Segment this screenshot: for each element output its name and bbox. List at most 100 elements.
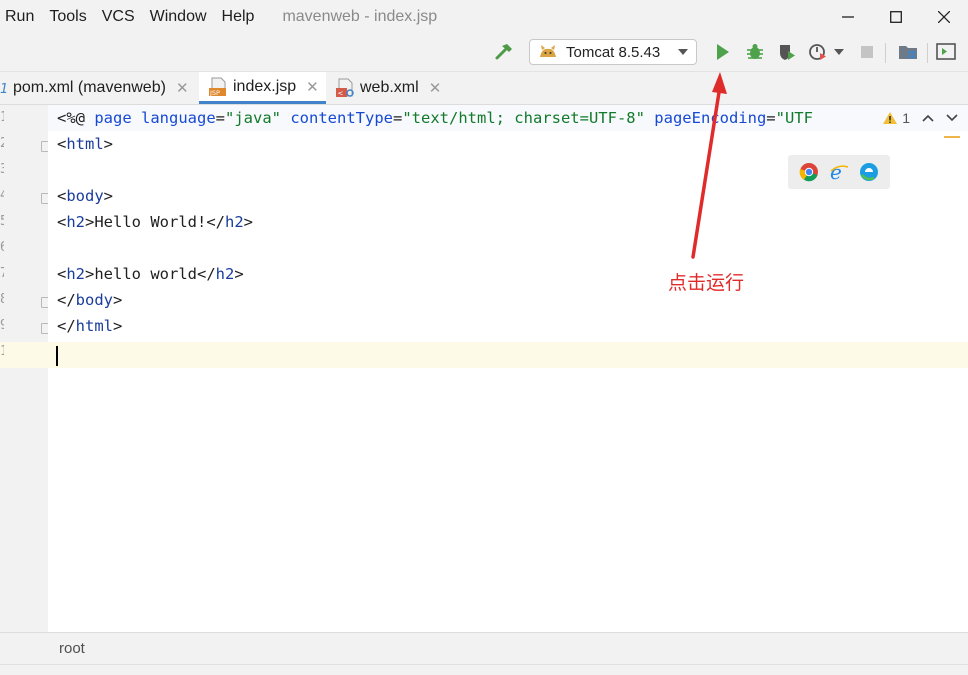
- code-token: body: [66, 187, 104, 205]
- warning-icon: [883, 112, 898, 124]
- menu-window[interactable]: Window: [143, 0, 215, 34]
- close-tab-icon[interactable]: ✕: [306, 78, 319, 96]
- code-line[interactable]: </html>: [57, 313, 122, 339]
- tab-index-jsp[interactable]: JSP index.jsp ✕: [199, 72, 326, 104]
- hammer-icon: [495, 44, 512, 60]
- more-run-actions[interactable]: [832, 41, 846, 63]
- chevron-down-icon[interactable]: [946, 113, 958, 123]
- tab-web-xml[interactable]: < web.xml ✕: [326, 72, 456, 104]
- code-token: h2: [66, 265, 86, 283]
- menu-help[interactable]: Help: [215, 0, 263, 34]
- tab-label: index.jsp: [233, 77, 297, 95]
- code-token: <: [57, 265, 67, 283]
- project-structure-icon: [899, 46, 917, 59]
- code-token: page: [94, 109, 141, 127]
- run-button[interactable]: [712, 41, 734, 63]
- chevron-up-icon[interactable]: [922, 113, 934, 123]
- svg-text:1: 1: [0, 82, 8, 97]
- breadcrumb-item-root[interactable]: root: [59, 640, 85, 657]
- coverage-icon: [780, 45, 795, 60]
- tab-pom-xml[interactable]: 1 pom.xml (mavenweb) ✕: [0, 72, 199, 104]
- run-configuration-selector[interactable]: Tomcat 8.5.43: [529, 39, 697, 65]
- code-token: >: [113, 291, 123, 309]
- menu-tools[interactable]: Tools: [42, 0, 94, 34]
- code-line[interactable]: <h2>Hello World!</h2>: [57, 209, 253, 235]
- run-anything-button[interactable]: [935, 41, 957, 63]
- inspection-widget[interactable]: 1: [882, 110, 958, 126]
- code-token: body: [75, 291, 113, 309]
- svg-text:<: <: [338, 90, 344, 98]
- window-controls: [824, 0, 968, 34]
- main-toolbar: Tomcat 8.5.43: [0, 34, 968, 72]
- code-token: html: [75, 317, 113, 335]
- code-token: >: [234, 265, 244, 283]
- edge-icon[interactable]: [859, 162, 879, 182]
- toolbar-separator: [885, 43, 886, 63]
- line-number: 1: [0, 110, 4, 125]
- line-number: 8: [0, 292, 4, 307]
- chevron-down-icon: [834, 49, 844, 55]
- menu-bar: Run Tools VCS Window Help mavenweb - ind…: [0, 0, 968, 34]
- line-number: 2: [0, 136, 4, 151]
- internet-explorer-icon[interactable]: e: [829, 162, 849, 182]
- code-token: =: [215, 109, 225, 127]
- run-icon: [717, 44, 729, 60]
- profile-button[interactable]: [807, 41, 829, 63]
- code-line[interactable]: </body>: [57, 287, 122, 313]
- xml-file-icon: <: [336, 78, 354, 98]
- code-token: >: [103, 187, 114, 205]
- code-token: h2: [66, 213, 86, 231]
- code-line[interactable]: <html>: [57, 131, 113, 157]
- tab-label: web.xml: [360, 79, 419, 96]
- code-token: h2: [225, 213, 244, 231]
- code-token: <: [57, 135, 67, 153]
- warning-scroll-marker[interactable]: [944, 136, 960, 138]
- text-cursor: [56, 346, 58, 366]
- maximize-button[interactable]: [872, 0, 920, 34]
- code-line[interactable]: <body>: [57, 183, 113, 209]
- close-tab-icon[interactable]: ✕: [176, 79, 189, 97]
- code-token: <: [57, 213, 67, 231]
- code-token: =: [392, 109, 403, 127]
- stop-icon: [861, 46, 873, 58]
- current-line-highlight: [48, 342, 968, 368]
- code-line[interactable]: <%@ page language="java" contentType="te…: [57, 105, 813, 131]
- line-number: 10: [0, 344, 4, 359]
- minimize-icon: [842, 16, 854, 18]
- terminal-window-icon: [936, 43, 956, 60]
- run-with-coverage-button[interactable]: [776, 41, 798, 63]
- menu-vcs[interactable]: VCS: [95, 0, 143, 34]
- tomcat-icon: [538, 44, 560, 60]
- code-line[interactable]: <h2>hello world</h2>: [57, 261, 244, 287]
- code-token: "UTF: [775, 109, 813, 127]
- code-token: <%@: [57, 109, 95, 127]
- line-number: 6: [0, 240, 4, 255]
- chevron-down-icon: [678, 49, 688, 55]
- minimize-button[interactable]: [824, 0, 872, 34]
- line-number: 5: [0, 214, 4, 229]
- close-tab-icon[interactable]: ✕: [429, 79, 442, 97]
- svg-text:e: e: [830, 162, 842, 182]
- code-token: >Hello World!</: [85, 213, 225, 231]
- debug-button[interactable]: [744, 41, 766, 63]
- code-token: pageEncoding: [654, 109, 767, 127]
- toolbar-separator: [927, 43, 928, 63]
- close-window-button[interactable]: [920, 0, 968, 34]
- menu-run[interactable]: Run: [0, 0, 42, 34]
- line-number: 7: [0, 266, 4, 281]
- code-token: h2: [215, 265, 235, 283]
- code-token: "java": [225, 109, 291, 127]
- code-token: >: [243, 213, 254, 231]
- stop-button[interactable]: [856, 41, 878, 63]
- project-structure-button[interactable]: [897, 41, 919, 63]
- code-token: html: [66, 135, 104, 153]
- editor-tab-bar: 1 pom.xml (mavenweb) ✕ JSP index.jsp ✕ <…: [0, 72, 968, 105]
- svg-text:JSP: JSP: [209, 89, 220, 97]
- editor-gutter: 1 2 3 4 5 6 7 8 9 10: [0, 105, 50, 632]
- chrome-icon[interactable]: [799, 162, 819, 182]
- code-token: "text/html; charset=UTF-8": [402, 109, 655, 127]
- status-bar: [0, 664, 968, 675]
- build-button[interactable]: [493, 41, 515, 63]
- current-line-gutter-highlight: [0, 342, 48, 368]
- code-token: language: [141, 109, 216, 127]
